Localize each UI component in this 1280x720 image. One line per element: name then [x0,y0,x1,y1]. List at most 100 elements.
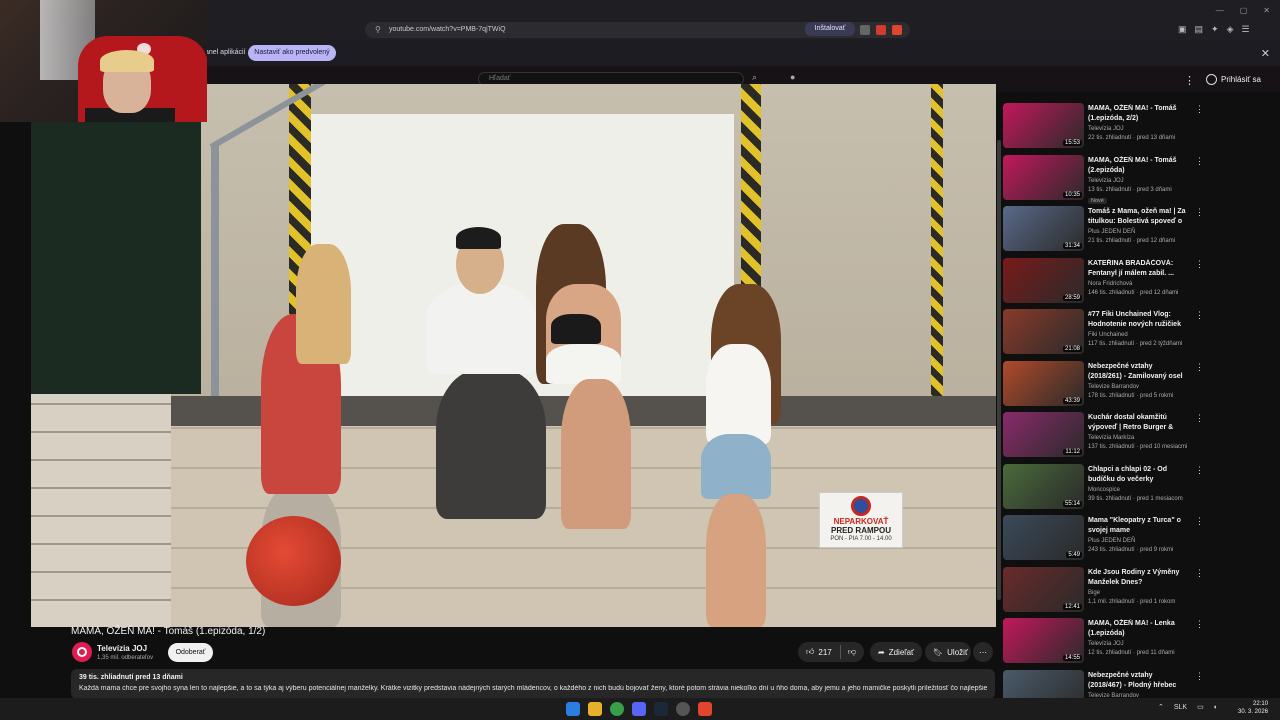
recommendation-channel[interactable]: Fiki Unchained [1088,332,1198,338]
recommendation-title[interactable]: #77 Fiki Unchained Vlog: Hodnotenie nový… [1088,310,1188,330]
recommendation-thumbnail[interactable]: 10:35 [1003,154,1084,200]
brave-shield-icon[interactable] [876,25,886,35]
discord-icon[interactable] [632,702,646,716]
recommendation-thumbnail[interactable]: 28:59 [1003,257,1084,303]
maximize-icon[interactable]: ▢ [1240,6,1248,15]
menu-icon[interactable]: ☰ [1242,24,1250,35]
recommendation-thumbnail[interactable]: 11:12 [1003,412,1084,457]
recommendation-item[interactable]: Nebezpečné vztahy (2018/467) - Plodný hř… [1000,667,1280,700]
save-button[interactable]: 🔖︎ Uložiť [925,642,971,662]
recommendation-title[interactable]: Chlapci a chlapi 02 - Od budíčku do veče… [1088,465,1188,485]
settings-kebab-icon[interactable]: ⋮ [1184,74,1195,87]
share-icon[interactable] [860,25,870,35]
wallet-icon[interactable]: ▤ [1195,24,1204,35]
volume-icon[interactable]: ◐ [1214,704,1218,711]
channel-name[interactable]: Televízia JOJ [97,644,147,653]
subscribe-button[interactable]: Odoberať [168,643,213,662]
recommendation-item[interactable]: 15:53 MAMA, OŽEŇ MA! - Tomáš (1.epizóda, … [1000,100,1280,150]
like-count[interactable]: 217 [818,648,831,657]
file-explorer-icon[interactable] [588,702,602,716]
signin-button[interactable]: Prihlásiť sa [1206,74,1261,85]
recommendation-menu-icon[interactable]: ⋮ [1195,362,1204,373]
recommendation-channel[interactable]: Nora Fridrichová [1088,281,1198,287]
recommendation-title[interactable]: Nebezpečné vztahy (2018/261) - Zamilovan… [1088,362,1188,382]
recommendation-menu-icon[interactable]: ⋮ [1195,207,1204,218]
chrome-icon[interactable] [610,702,624,716]
infobar-close-icon[interactable]: ✕ [1261,47,1270,60]
recommendation-channel[interactable]: Televízia JOJ [1088,641,1198,647]
recommendation-item[interactable]: 12:41 Kde Jsou Rodiny z Výměny Manželek D… [1000,564,1280,614]
recommendation-menu-icon[interactable]: ⋮ [1195,568,1204,579]
recommendation-thumbnail[interactable]: 5:49 [1003,515,1084,560]
recommendation-item[interactable]: 28:59 KATEŘINA BRADÁČOVÁ: Fentanyl jí mál… [1000,255,1280,305]
sidebar-icon[interactable]: ▣ [1178,24,1187,35]
steam-icon[interactable] [654,702,668,716]
minimize-icon[interactable]: — [1216,6,1224,15]
more-actions-button[interactable]: ⋯ [973,642,993,662]
recommendation-menu-icon[interactable]: ⋮ [1195,310,1204,321]
set-default-button[interactable]: Nastaviť ako predvolený [248,45,336,61]
recommendation-channel[interactable]: Televízia JOJ [1088,126,1198,132]
recommendation-channel[interactable]: Plus JEDEN DEŇ [1088,538,1198,544]
recommendation-thumbnail[interactable]: 55:14 [1003,463,1084,509]
install-app-button[interactable]: Inštalovať [805,22,855,36]
recommendation-menu-icon[interactable]: ⋮ [1195,671,1204,682]
recommendation-thumbnail[interactable]: 21:08 [1003,309,1084,354]
recommendation-title[interactable]: Kuchár dostal okamžitú výpoveď | Retro B… [1088,413,1188,433]
description-box[interactable]: 39 tis. zhliadnutí pred 13 dňami Každá m… [71,669,995,699]
recommendation-channel[interactable]: Moncospice [1088,487,1198,493]
recommendation-title[interactable]: Tomáš z Mama, ožeň ma! | Za titulkou: Bo… [1088,207,1188,227]
close-window-icon[interactable]: ✕ [1263,6,1270,15]
recommendation-item[interactable]: 55:14 Chlapci a chlapi 02 - Od budíčku do… [1000,461,1280,511]
like-icon[interactable]: 👍︎ [806,647,814,657]
recommendation-item[interactable]: 14:55 MAMA, OŽEŇ MA! - Lenka (1.epizóda) T… [1000,615,1280,665]
recommendation-title[interactable]: Nebezpečné vztahy (2018/467) - Plodný hř… [1088,671,1188,691]
dislike-icon[interactable]: 👎︎ [848,647,856,657]
taskbar-clock[interactable]: 22:10 30. 3. 2026 [1238,700,1268,716]
recommendation-menu-icon[interactable]: ⋮ [1195,156,1204,167]
recommendation-thumbnail[interactable]: 31:34 [1003,206,1084,251]
recommendation-item[interactable]: 21:08 #77 Fiki Unchained Vlog: Hodnotenie… [1000,306,1280,356]
recommendation-item[interactable]: 31:34 Tomáš z Mama, ožeň ma! | Za titulko… [1000,203,1280,253]
language-indicator[interactable]: SLK [1174,704,1187,711]
recommendation-channel[interactable]: Televízia JOJ [1088,178,1198,184]
recommendation-thumbnail[interactable]: 14:55 [1003,618,1084,663]
recommendation-item[interactable]: 10:35 MAMA, OŽEŇ MA! - Tomáš (2.epizóda) T… [1000,152,1280,204]
recommendation-channel[interactable]: Televize Barrandov [1088,384,1198,390]
recommendation-item[interactable]: 5:49 Mama "Kleopatry z Turca" o svojej ma… [1000,512,1280,562]
recommendation-menu-icon[interactable]: ⋮ [1195,259,1204,270]
recommendation-menu-icon[interactable]: ⋮ [1195,619,1204,630]
brave-rewards-icon[interactable] [892,25,902,35]
recommendation-thumbnail[interactable] [1003,669,1084,700]
recommendation-meta: 13 tis. zhliadnutí · pred 3 dňami [1088,186,1172,193]
recommendation-item[interactable]: 43:39 Nebezpečné vztahy (2018/261) - Zami… [1000,358,1280,408]
video-player[interactable]: NEPARKOVAŤ PRED RAMPOU PON - PIA 7.00 - … [31,84,996,627]
recommendation-title[interactable]: MAMA, OŽEŇ MA! - Tomáš (2.epizóda) [1088,156,1188,176]
recommendation-channel[interactable]: Televízia Markíza [1088,435,1198,441]
network-icon[interactable]: ▭ [1197,703,1204,711]
recommendation-title[interactable]: KATEŘINA BRADÁČOVÁ: Fentanyl jí málem za… [1088,259,1188,279]
recommendation-thumbnail[interactable]: 12:41 [1003,566,1084,612]
recommendation-title[interactable]: MAMA, OŽEŇ MA! - Tomáš (1.epizóda, 2/2) [1088,104,1188,124]
vpn-icon[interactable]: ◈ [1227,24,1234,35]
recommendation-channel[interactable]: Plus JEDEN DEŇ [1088,229,1198,235]
recommendation-channel[interactable]: Bige [1088,590,1198,596]
recommendation-title[interactable]: Mama "Kleopatry z Turca" o svojej mame [1088,516,1188,536]
site-info-icon[interactable]: ⚲ [375,26,383,34]
recommendation-item[interactable]: 11:12 Kuchár dostal okamžitú výpoveď | Re… [1000,409,1280,459]
recommendation-title[interactable]: Kde Jsou Rodiny z Výměny Manželek Dnes? [1088,568,1188,588]
brave-browser-icon[interactable] [698,702,712,716]
recommendation-menu-icon[interactable]: ⋮ [1195,465,1204,476]
channel-avatar[interactable] [72,642,92,662]
recommendation-thumbnail[interactable]: 43:39 [1003,360,1084,406]
recommendation-menu-icon[interactable]: ⋮ [1195,104,1204,115]
share-button[interactable]: ➦ Zdieľať [870,642,922,662]
recommendation-menu-icon[interactable]: ⋮ [1195,516,1204,527]
recommendation-title[interactable]: MAMA, OŽEŇ MA! - Lenka (1.epizóda) [1088,619,1188,639]
recommendation-thumbnail[interactable]: 15:53 [1003,103,1084,148]
tray-chevron-icon[interactable]: ⌃ [1158,703,1164,711]
recommendation-menu-icon[interactable]: ⋮ [1195,413,1204,424]
obs-icon[interactable] [676,702,690,716]
start-icon[interactable] [566,702,580,716]
extensions-icon[interactable]: ✦ [1211,24,1219,35]
